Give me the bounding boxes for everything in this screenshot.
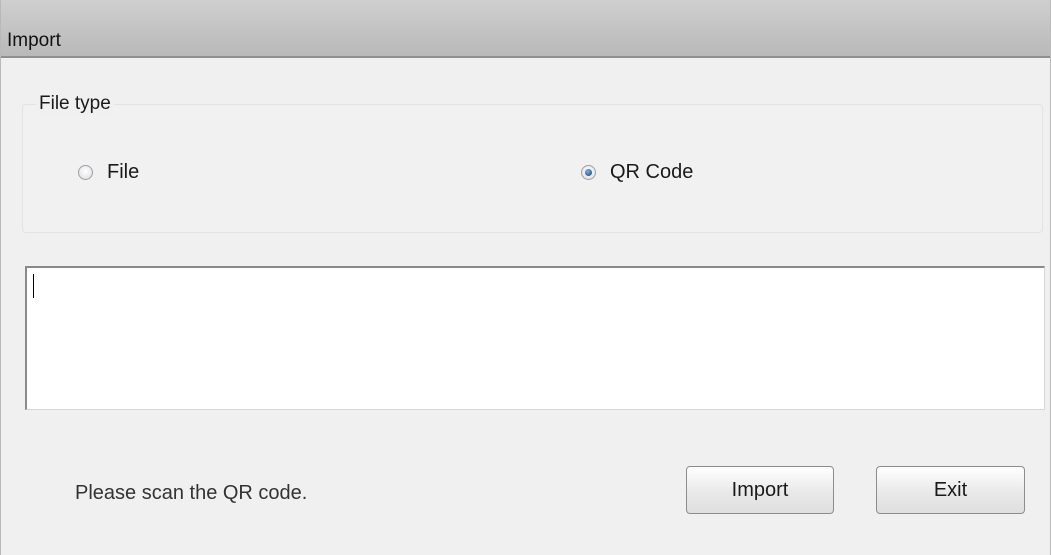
file-radio-circle-icon[interactable] (78, 165, 93, 180)
file-radio[interactable]: File (78, 161, 139, 184)
qr-code-radio-label[interactable]: QR Code (610, 161, 693, 184)
qr-code-radio-circle-icon[interactable] (581, 165, 596, 180)
window-title: Import (7, 30, 61, 51)
qr-code-input[interactable] (25, 266, 1045, 410)
file-type-legend: File type (36, 93, 114, 115)
title-bar[interactable]: Import (1, 0, 1050, 58)
qr-code-radio[interactable]: QR Code (581, 161, 693, 184)
file-radio-label[interactable]: File (107, 161, 139, 184)
import-dialog: Import File type File QR Code Please sca… (0, 0, 1051, 555)
status-message: Please scan the QR code. (75, 482, 308, 504)
exit-button[interactable]: Exit (876, 466, 1025, 514)
file-type-group (22, 104, 1043, 233)
import-button[interactable]: Import (686, 466, 834, 514)
text-caret (33, 274, 34, 298)
